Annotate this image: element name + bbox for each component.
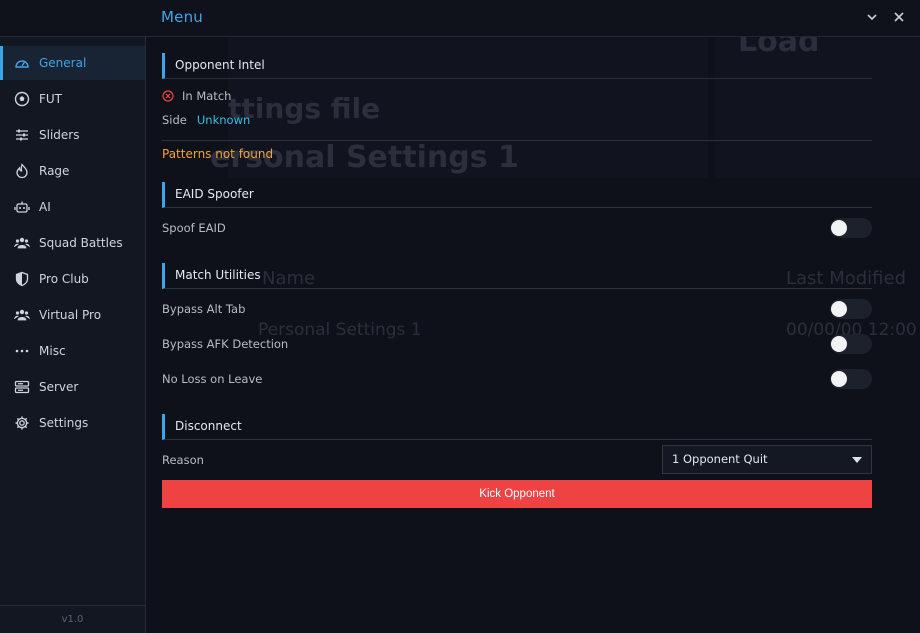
- sidebar-item-label: Rage: [39, 164, 70, 178]
- sliders-icon: [14, 127, 30, 143]
- section-match-utilities: Match Utilities: [162, 263, 872, 289]
- sidebar-item-label: Virtual Pro: [39, 308, 102, 322]
- sidebar-item-label: Server: [39, 380, 79, 394]
- section-eaid-spoofer: EAID Spoofer: [162, 182, 872, 208]
- version-label: v1.0: [0, 605, 145, 633]
- sidebar-item-server[interactable]: Server: [0, 370, 145, 404]
- kick-opponent-button[interactable]: Kick Opponent: [162, 480, 872, 508]
- sidebar-item-settings[interactable]: Settings: [0, 406, 145, 440]
- window-title: Menu: [161, 8, 203, 26]
- section-title: Match Utilities: [175, 268, 261, 282]
- sidebar-item-label: FUT: [39, 92, 63, 106]
- divider: [162, 140, 872, 141]
- sidebar-item-misc[interactable]: Misc: [0, 334, 145, 368]
- error-circle-icon: [162, 90, 174, 102]
- sidebar-item-label: Settings: [39, 416, 89, 430]
- title-bar: Menu: [0, 0, 920, 37]
- sidebar-item-ai[interactable]: AI: [0, 190, 145, 224]
- robot-icon: [14, 199, 30, 215]
- football-icon: [14, 91, 30, 107]
- toggle-knob: [831, 301, 847, 317]
- side-row: Side Unknown: [162, 113, 250, 127]
- bypass-alt-tab-label: Bypass Alt Tab: [162, 302, 246, 316]
- flame-icon: [14, 163, 30, 179]
- match-status-text: In Match: [182, 89, 232, 103]
- spoof-eaid-toggle[interactable]: [830, 218, 872, 238]
- sidebar-item-rage[interactable]: Rage: [0, 154, 145, 188]
- sidebar-item-squad-battles[interactable]: Squad Battles: [0, 226, 145, 260]
- sidebar-item-pro-club[interactable]: Pro Club: [0, 262, 145, 296]
- reason-select[interactable]: 1 Opponent Quit: [662, 445, 872, 474]
- server-icon: [14, 379, 30, 395]
- sidebar-item-label: Sliders: [39, 128, 80, 142]
- shield-icon: [14, 271, 30, 287]
- sidebar-item-sliders[interactable]: Sliders: [0, 118, 145, 152]
- toggle-knob: [831, 371, 847, 387]
- spoof-eaid-label: Spoof EAID: [162, 221, 226, 235]
- bypass-alt-tab-toggle[interactable]: [830, 299, 872, 319]
- sidebar-item-virtual-pro[interactable]: Virtual Pro: [0, 298, 145, 332]
- section-disconnect: Disconnect: [162, 414, 872, 440]
- reason-label: Reason: [162, 453, 204, 467]
- dashboard-icon: [14, 55, 30, 71]
- side-value: Unknown: [196, 113, 251, 127]
- patterns-status: Patterns not found: [162, 147, 274, 161]
- sidebar-item-fut[interactable]: FUT: [0, 82, 145, 116]
- toggle-knob: [831, 220, 847, 236]
- more-dots-icon: [14, 343, 30, 359]
- bypass-afk-toggle[interactable]: [830, 334, 872, 354]
- sidebar-item-label: General: [39, 56, 87, 70]
- sidebar-item-label: Misc: [39, 344, 66, 358]
- section-title: Disconnect: [175, 419, 242, 433]
- chevron-down-icon[interactable]: [864, 9, 880, 25]
- caret-down-icon: [852, 457, 862, 463]
- gear-icon: [14, 415, 30, 431]
- reason-select-value: 1 Opponent Quit: [672, 452, 768, 466]
- bypass-afk-label: Bypass AFK Detection: [162, 337, 289, 351]
- no-loss-on-leave-label: No Loss on Leave: [162, 372, 263, 386]
- sidebar-item-label: AI: [39, 200, 51, 214]
- no-loss-on-leave-toggle[interactable]: [830, 369, 872, 389]
- section-title: Opponent Intel: [175, 58, 265, 72]
- side-label: Side: [162, 113, 187, 127]
- main-content: Opponent Intel In Match Side Unknown Patt…: [162, 37, 872, 633]
- sidebar-item-label: Squad Battles: [39, 236, 123, 250]
- toggle-knob: [831, 336, 847, 352]
- users-icon: [14, 307, 30, 323]
- section-title: EAID Spoofer: [175, 187, 254, 201]
- sidebar: General FUT Sliders Rage AI Squad Battle…: [0, 37, 146, 633]
- sidebar-item-label: Pro Club: [39, 272, 89, 286]
- close-icon[interactable]: [891, 9, 907, 25]
- sidebar-item-general[interactable]: General: [0, 46, 145, 80]
- users-icon: [14, 235, 30, 251]
- match-status: In Match: [162, 89, 231, 103]
- section-opponent-intel: Opponent Intel: [162, 53, 872, 79]
